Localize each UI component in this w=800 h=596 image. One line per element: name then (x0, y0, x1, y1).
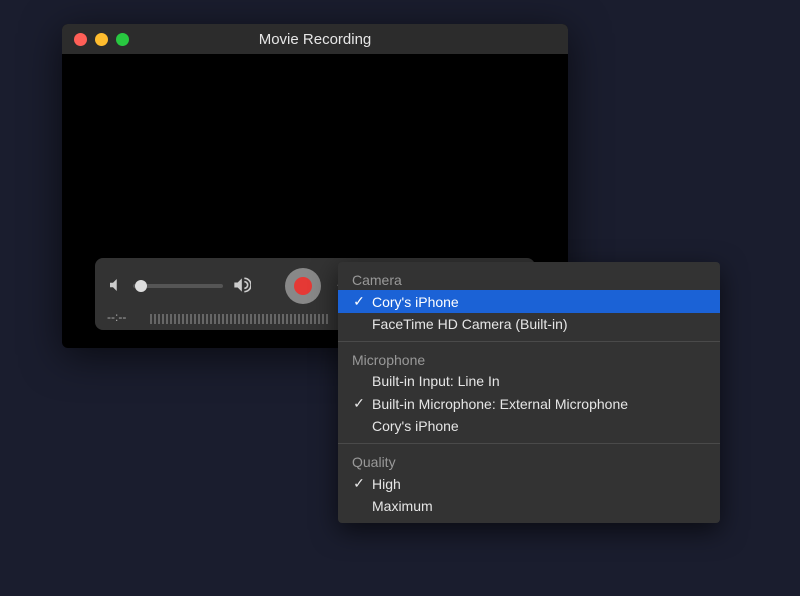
menu-item-label: Built-in Input: Line In (372, 373, 500, 389)
menu-item[interactable]: ✓ High (338, 472, 720, 495)
menu-item[interactable]: Maximum (338, 495, 720, 517)
recording-options-menu: Camera ✓ Cory's iPhone FaceTime HD Camera (… (338, 262, 720, 523)
menu-item-label: Maximum (372, 498, 433, 514)
minimize-icon[interactable] (95, 33, 108, 46)
menu-separator (338, 341, 720, 342)
zoom-icon[interactable] (116, 33, 129, 46)
menu-item-label: High (372, 476, 401, 492)
check-icon: ✓ (352, 293, 366, 310)
menu-item-label: Cory's iPhone (372, 418, 459, 434)
menu-separator (338, 443, 720, 444)
menu-item[interactable]: Cory's iPhone (338, 415, 720, 437)
menu-item[interactable]: FaceTime HD Camera (Built-in) (338, 313, 720, 335)
menu-header: Quality (338, 450, 720, 472)
menu-item-label: Cory's iPhone (372, 294, 459, 310)
menu-header: Microphone (338, 348, 720, 370)
slider-knob[interactable] (135, 280, 147, 292)
record-button[interactable] (285, 268, 321, 304)
menu-item[interactable]: Built-in Input: Line In (338, 370, 720, 392)
menu-item-label: Built-in Microphone: External Microphone (372, 396, 628, 412)
volume-low-icon (107, 276, 125, 297)
menu-header: Camera (338, 268, 720, 290)
window-title: Movie Recording (62, 31, 568, 48)
menu-item[interactable]: ✓ Cory's iPhone (338, 290, 720, 313)
volume-slider[interactable] (133, 284, 223, 288)
volume-high-icon (231, 275, 251, 298)
menu-item-label: FaceTime HD Camera (Built-in) (372, 316, 568, 332)
timer-text: --:-- (107, 310, 126, 324)
traffic-lights (62, 33, 129, 46)
titlebar: Movie Recording (62, 24, 568, 54)
close-icon[interactable] (74, 33, 87, 46)
check-icon: ✓ (352, 475, 366, 492)
check-icon: ✓ (352, 395, 366, 412)
menu-item[interactable]: ✓ Built-in Microphone: External Microphon… (338, 392, 720, 415)
record-icon (294, 277, 312, 295)
